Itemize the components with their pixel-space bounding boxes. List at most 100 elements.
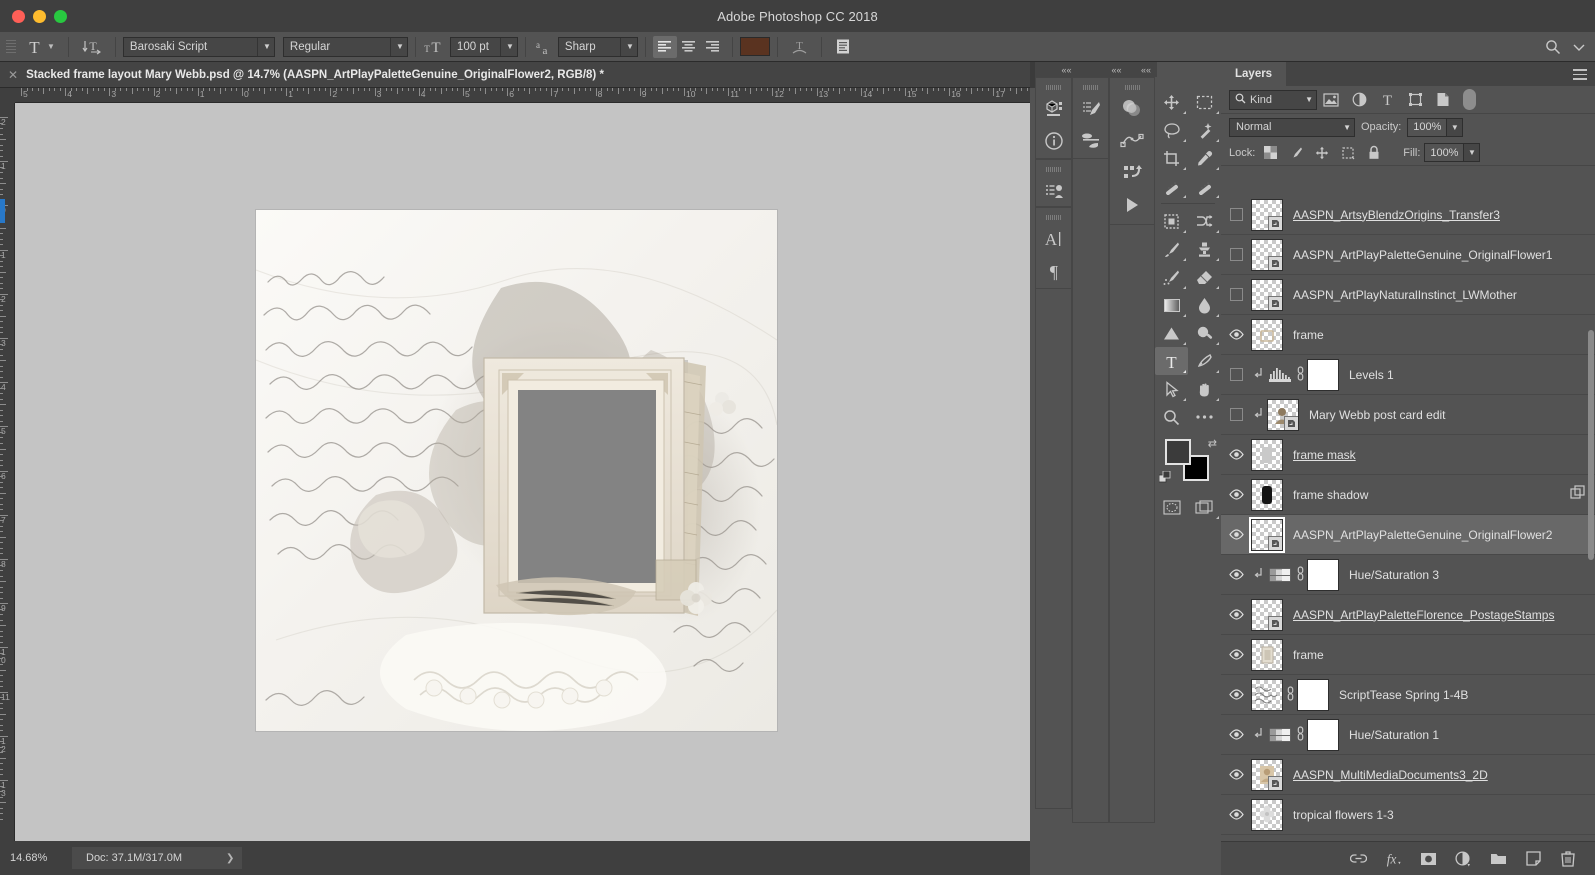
layer-thumbnail[interactable] — [1251, 238, 1283, 271]
layer-thumbnail[interactable] — [1249, 516, 1285, 553]
quick-mask-button[interactable] — [1155, 493, 1188, 521]
actions-panel-button[interactable] — [1110, 157, 1154, 189]
layer-thumbnail[interactable] — [1251, 318, 1283, 351]
layer-row[interactable]: tropical flowers 1-3 — [1221, 795, 1595, 835]
minimize-window-button[interactable] — [33, 9, 46, 23]
layer-row[interactable]: AASPN_ArtPlayPaletteFlorence_PostageStam… — [1221, 595, 1595, 635]
layer-row[interactable]: AASPN_MultiMediaDocuments3_2D — [1221, 755, 1595, 795]
healing-brush-tool[interactable] — [1155, 172, 1188, 200]
vertical-ruler[interactable]: 21012345678910111213 — [0, 103, 15, 841]
layer-thumbnail[interactable] — [1251, 278, 1283, 311]
close-window-button[interactable] — [12, 9, 25, 23]
tab-layers[interactable]: Layers — [1221, 62, 1287, 86]
layer-name[interactable]: frame — [1293, 648, 1324, 662]
layer-thumbnail[interactable] — [1251, 758, 1283, 791]
opacity-stepper[interactable]: ▼ — [1447, 117, 1464, 137]
lock-artboard-button[interactable] — [1337, 143, 1359, 163]
more-tools-button[interactable] — [1188, 403, 1221, 431]
layer-name[interactable]: ScriptTease Spring 1-4B — [1339, 688, 1468, 702]
maximize-window-button[interactable] — [54, 9, 67, 23]
layer-visibility-toggle[interactable] — [1221, 569, 1251, 580]
canvas-scroll-area[interactable] — [15, 103, 1030, 841]
mask-link-icon[interactable] — [1283, 685, 1297, 704]
zoom-level-field[interactable]: 14.68% — [0, 852, 72, 864]
mask-link-icon[interactable] — [1293, 725, 1307, 744]
clone-stamp-tool[interactable] — [1188, 235, 1221, 263]
layer-mask-thumbnail[interactable] — [1297, 678, 1329, 711]
foreground-color-swatch[interactable] — [1165, 439, 1191, 465]
new-adjustment-layer-button[interactable] — [1454, 850, 1472, 868]
move-tool[interactable] — [1155, 88, 1188, 116]
fill-value[interactable]: 100% — [1424, 143, 1465, 162]
warp-text-button[interactable]: T — [785, 36, 814, 58]
layer-name[interactable]: frame shadow — [1293, 488, 1368, 502]
window-controls[interactable] — [12, 0, 67, 32]
default-colors-icon[interactable] — [1158, 470, 1172, 489]
layer-name[interactable]: frame — [1293, 328, 1324, 342]
layer-thumbnail[interactable] — [1251, 798, 1283, 831]
lock-all-button[interactable] — [1363, 143, 1385, 163]
layer-thumbnail[interactable] — [1251, 198, 1283, 231]
layer-row[interactable]: frame mask — [1221, 435, 1595, 475]
layer-visibility-toggle[interactable] — [1221, 368, 1251, 381]
filter-shape-button[interactable] — [1401, 89, 1429, 111]
layer-row[interactable]: ScriptTease Spring 1-4B — [1221, 675, 1595, 715]
dodge-tool[interactable] — [1155, 319, 1188, 347]
character-panel-button[interactable]: A — [1036, 223, 1071, 255]
close-icon[interactable]: ✕ — [8, 68, 18, 82]
lasso-tool[interactable] — [1155, 116, 1188, 144]
layer-thumbnail[interactable] — [1267, 398, 1299, 431]
crop-tool[interactable] — [1155, 144, 1188, 172]
hand-tool[interactable] — [1188, 375, 1221, 403]
dock-collapse-bar-1[interactable]: «« — [1035, 62, 1098, 77]
layer-visibility-toggle[interactable] — [1221, 248, 1251, 261]
screen-mode-button[interactable] — [1188, 493, 1221, 521]
dock-collapse-bar-3[interactable]: «« — [1135, 62, 1157, 77]
search-icon[interactable] — [1545, 39, 1561, 55]
info-panel-button[interactable] — [1036, 125, 1071, 157]
dock-collapse-bar-2[interactable]: «« — [1098, 62, 1135, 77]
layer-name[interactable]: tropical flowers 1-3 — [1293, 808, 1394, 822]
layer-row[interactable]: AASPN_ArtPlayPaletteGenuine_OriginalFlow… — [1221, 515, 1595, 555]
font-family-select[interactable]: Barosaki Script ▼ — [122, 36, 275, 57]
layer-visibility-toggle[interactable] — [1221, 729, 1251, 740]
dock-grip[interactable] — [1036, 166, 1071, 172]
mask-link-icon[interactable] — [1293, 365, 1307, 384]
frame-tool[interactable] — [1155, 207, 1188, 235]
layer-visibility-toggle[interactable] — [1221, 408, 1251, 421]
rectangular-marquee-tool[interactable] — [1188, 88, 1221, 116]
magic-wand-tool[interactable] — [1188, 116, 1221, 144]
layer-row[interactable]: Hue/Saturation 1 — [1221, 715, 1595, 755]
new-layer-button[interactable] — [1524, 850, 1542, 868]
filter-pixel-button[interactable] — [1317, 89, 1345, 111]
type-tool[interactable]: T — [1155, 347, 1188, 375]
layer-thumbnail[interactable] — [1251, 638, 1283, 671]
shuffle-tool[interactable] — [1188, 207, 1221, 235]
layer-visibility-toggle[interactable] — [1221, 609, 1251, 620]
layer-visibility-toggle[interactable] — [1221, 529, 1251, 540]
burn-tool[interactable] — [1188, 319, 1221, 347]
layer-visibility-toggle[interactable] — [1221, 329, 1251, 340]
lock-transparency-button[interactable] — [1259, 143, 1281, 163]
brush-presets-button[interactable] — [1073, 125, 1108, 157]
active-tool-preset[interactable]: T ▼ — [20, 36, 61, 58]
text-color-swatch[interactable] — [739, 37, 770, 56]
add-layer-mask-button[interactable] — [1419, 850, 1437, 868]
character-paragraph-panels-button[interactable] — [829, 36, 857, 57]
eraser-tool[interactable] — [1188, 263, 1221, 291]
layer-name[interactable]: Hue/Saturation 3 — [1349, 568, 1439, 582]
blend-mode-select[interactable]: Normal ▼ — [1229, 117, 1355, 137]
dock-grip[interactable] — [1036, 214, 1071, 220]
layer-row[interactable]: frame — [1221, 635, 1595, 675]
layer-mask-thumbnail[interactable] — [1307, 718, 1339, 751]
layer-row[interactable]: AASPN_ArtPlayPaletteGenuine_OriginalFlow… — [1221, 235, 1595, 275]
align-right-button[interactable] — [701, 36, 725, 58]
layer-mask-thumbnail[interactable] — [1307, 558, 1339, 591]
mask-link-icon[interactable] — [1293, 565, 1307, 584]
gradient-tool[interactable] — [1155, 291, 1188, 319]
layer-row[interactable]: frame shadow — [1221, 475, 1595, 515]
adjustments-panel-button[interactable] — [1110, 93, 1154, 125]
zoom-tool[interactable] — [1155, 403, 1188, 431]
layers-list[interactable]: AASPN_ArtsyBlendzOrigins_Transfer3 AASPN_… — [1221, 195, 1595, 875]
document-info[interactable]: Doc: 37.1M/317.0M ❯ — [72, 847, 243, 869]
